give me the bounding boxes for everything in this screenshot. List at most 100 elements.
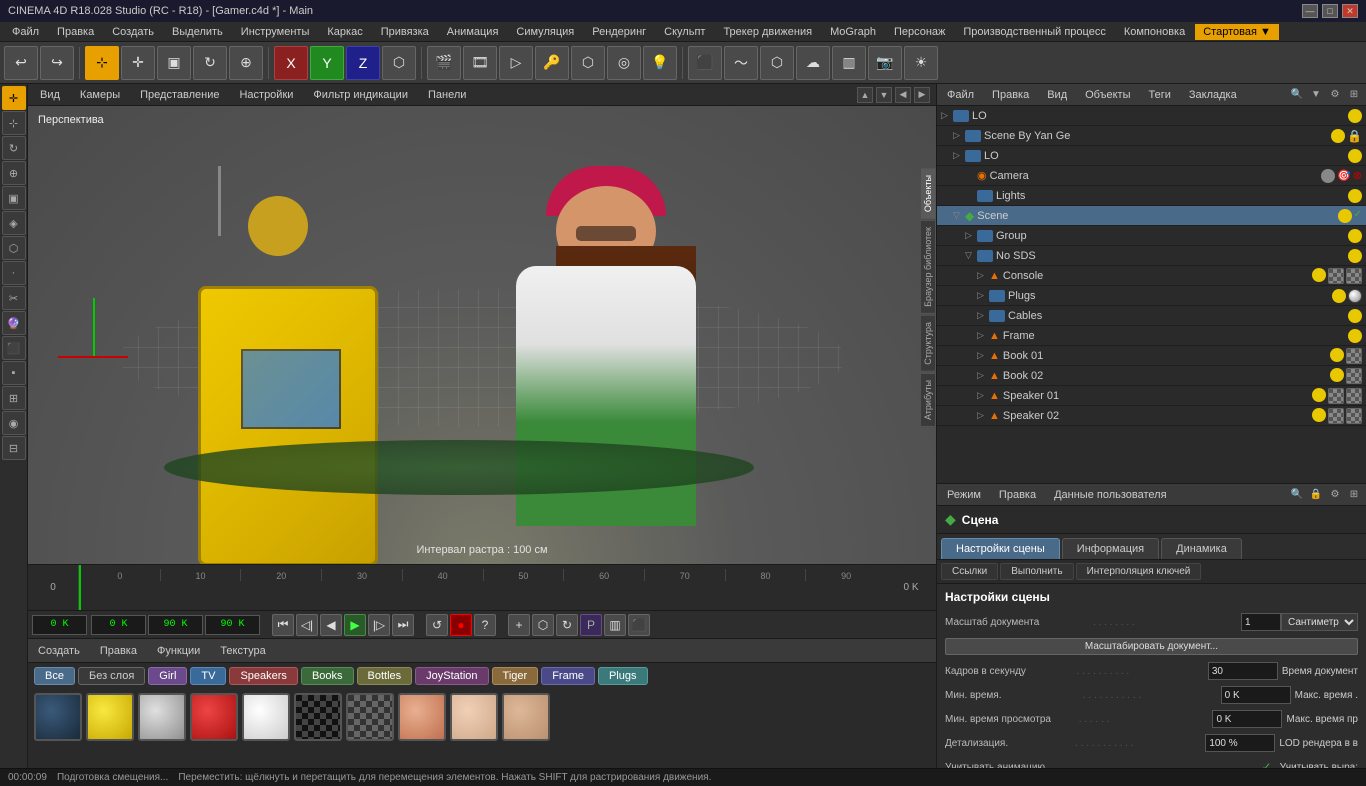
filter-tiger[interactable]: Tiger (492, 667, 539, 685)
tool-brush[interactable]: ⬛ (2, 336, 26, 360)
play-btn[interactable]: ▶ (344, 614, 366, 636)
material-skin-light[interactable] (450, 693, 498, 741)
key-final-btn[interactable]: ⬛ (628, 614, 650, 636)
tool-magnet[interactable]: 🔮 (2, 311, 26, 335)
tool-camera3[interactable]: ◉ (2, 411, 26, 435)
settings-input-minpreview[interactable] (1212, 710, 1282, 728)
next-frame-btn[interactable]: |▷ (368, 614, 390, 636)
tb-cube[interactable]: ⬛ (688, 46, 722, 80)
scene-tab-dynamics[interactable]: Динамика (1161, 538, 1242, 559)
material-dark-blue[interactable] (34, 693, 82, 741)
tool-point[interactable]: · (2, 261, 26, 285)
key-mode-btn[interactable]: ⬡ (532, 614, 554, 636)
sp-settings-icon[interactable]: ⚙ (1327, 487, 1343, 503)
key-add-btn[interactable]: + (508, 614, 530, 636)
material-yellow[interactable] (86, 693, 134, 741)
tool-box[interactable]: ▣ (2, 186, 26, 210)
material-black-checker[interactable] (294, 693, 342, 741)
time-current[interactable]: 0 K (32, 615, 87, 635)
tool-poly[interactable]: ◈ (2, 211, 26, 235)
rst-library[interactable]: Браузер библиотек (921, 220, 936, 314)
menu-render[interactable]: Рендеринг (584, 24, 654, 40)
vp-ctrl-1[interactable]: ▲ (857, 87, 873, 103)
obj-row-scene-yan[interactable]: ▷ Scene By Yan Ge 🔒 (937, 126, 1366, 146)
scene-subtab-execute[interactable]: Выполнить (1000, 563, 1073, 580)
obj-menu-objects[interactable]: Объекты (1079, 88, 1136, 102)
material-skin[interactable] (398, 693, 446, 741)
tb-undo[interactable]: ↩ (4, 46, 38, 80)
tb-select[interactable]: ⊹ (85, 46, 119, 80)
menu-tools[interactable]: Инструменты (233, 24, 318, 40)
key-record-btn[interactable]: P (580, 614, 602, 636)
tb-anim[interactable]: ▷ (499, 46, 533, 80)
tool-edge[interactable]: ⬡ (2, 236, 26, 260)
tb-deform[interactable]: ☁ (796, 46, 830, 80)
settings-input-detail[interactable] (1205, 734, 1275, 752)
material-silver[interactable] (138, 693, 186, 741)
filter-speakers[interactable]: Speakers (229, 667, 297, 685)
tb-z-axis[interactable]: Z (346, 46, 380, 80)
filter-bottles[interactable]: Bottles (357, 667, 413, 685)
obj-row-speaker02[interactable]: ▷ ▲ Speaker 02 (937, 406, 1366, 426)
tb-move[interactable]: ✛ (121, 46, 155, 80)
obj-expand-icon[interactable]: ⊞ (1346, 87, 1362, 103)
sp-menu-mode[interactable]: Режим (941, 488, 987, 502)
prev-frame-btn[interactable]: ◁| (296, 614, 318, 636)
vp-ctrl-2[interactable]: ▼ (876, 87, 892, 103)
menu-sculpt[interactable]: Скульпт (656, 24, 713, 40)
tool-pointer[interactable]: ✛ (2, 86, 26, 110)
menu-character[interactable]: Персонаж (886, 24, 953, 40)
key-auto-btn[interactable]: ↻ (556, 614, 578, 636)
tb-mat[interactable]: ◎ (607, 46, 641, 80)
material-white[interactable] (242, 693, 290, 741)
filter-plugs[interactable]: Plugs (598, 667, 648, 685)
tb-light2[interactable]: ☀ (904, 46, 938, 80)
sp-search-icon[interactable]: 🔍 (1289, 487, 1305, 503)
bottom-menu-functions[interactable]: Функции (151, 644, 206, 658)
rst-structure[interactable]: Структура (921, 315, 936, 372)
vp-menu-view[interactable]: Вид (34, 88, 66, 102)
obj-row-camera[interactable]: ◉ Camera 🎯 ⊗ (937, 166, 1366, 186)
vp-menu-cameras[interactable]: Камеры (74, 88, 126, 102)
obj-menu-tags[interactable]: Теги (1143, 88, 1177, 102)
minimize-btn[interactable]: — (1302, 4, 1318, 18)
playhead[interactable] (79, 565, 81, 610)
material-red[interactable] (190, 693, 238, 741)
maximize-btn[interactable]: □ (1322, 4, 1338, 18)
sp-lock-icon[interactable]: 🔒 (1308, 487, 1324, 503)
obj-search-icon[interactable]: 🔍 (1289, 87, 1305, 103)
menu-snap[interactable]: Привязка (373, 24, 437, 40)
filter-no-layer[interactable]: Без слоя (78, 667, 145, 685)
filter-books[interactable]: Books (301, 667, 354, 685)
filter-tv[interactable]: TV (190, 667, 226, 685)
sp-menu-userdata[interactable]: Данные пользователя (1048, 488, 1172, 502)
filter-girl[interactable]: Girl (148, 667, 187, 685)
tb-film[interactable]: 🎬 (427, 46, 461, 80)
obj-row-scene[interactable]: ▽ ◆ Scene ✓ (937, 206, 1366, 226)
obj-settings-icon[interactable]: ⚙ (1327, 87, 1343, 103)
obj-row-lo1[interactable]: ▷ LO (937, 106, 1366, 126)
scene-tab-settings[interactable]: Настройки сцены (941, 538, 1060, 559)
menu-motion[interactable]: Трекер движения (715, 24, 820, 40)
record-btn[interactable]: ● (450, 614, 472, 636)
vp-menu-display[interactable]: Представление (134, 88, 225, 102)
menu-simulation[interactable]: Симуляция (508, 24, 582, 40)
vp-ctrl-4[interactable]: ▶ (914, 87, 930, 103)
tb-scale[interactable]: ⊕ (229, 46, 263, 80)
filter-all[interactable]: Все (34, 667, 75, 685)
menu-startup[interactable]: Стартовая ▼ (1195, 24, 1279, 40)
material-skin-medium[interactable] (502, 693, 550, 741)
vp-ctrl-3[interactable]: ◀ (895, 87, 911, 103)
tb-nurbs[interactable]: ⬡ (760, 46, 794, 80)
obj-row-book02[interactable]: ▷ ▲ Book 02 (937, 366, 1366, 386)
tool-scale[interactable]: ⊕ (2, 161, 26, 185)
time-start-field[interactable]: 0 K (91, 615, 146, 635)
obj-menu-view[interactable]: Вид (1041, 88, 1073, 102)
tool-grid[interactable]: ⊟ (2, 436, 26, 460)
menu-edit[interactable]: Правка (49, 24, 102, 40)
tool-rotate[interactable]: ↻ (2, 136, 26, 160)
tb-spline[interactable]: 〜 (724, 46, 758, 80)
menu-wireframe[interactable]: Каркас (319, 24, 370, 40)
obj-menu-bookmarks[interactable]: Закладка (1183, 88, 1243, 102)
menu-animation[interactable]: Анимация (439, 24, 507, 40)
